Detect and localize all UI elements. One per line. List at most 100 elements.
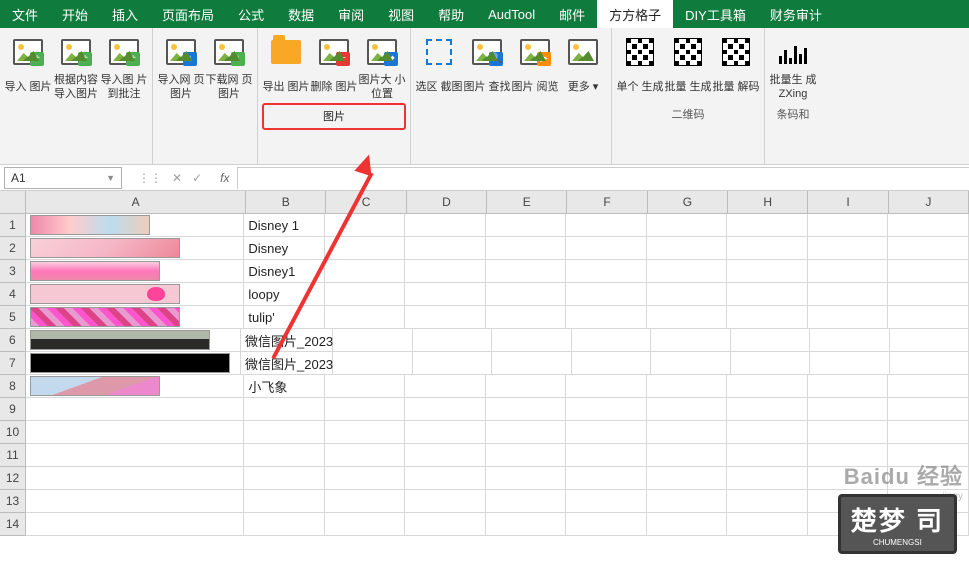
cell-H5[interactable]	[727, 306, 808, 329]
cell-A7[interactable]	[26, 352, 241, 375]
cell-F8[interactable]	[566, 375, 647, 398]
cell-E9[interactable]	[486, 398, 567, 421]
cell-B7[interactable]: 微信图片_20230426200859	[241, 352, 333, 375]
cell-C7[interactable]	[333, 352, 413, 375]
cell-C11[interactable]	[325, 444, 406, 467]
cell-F6[interactable]	[572, 329, 652, 352]
cell-H2[interactable]	[727, 237, 808, 260]
cell-image[interactable]	[30, 330, 210, 350]
cell-B11[interactable]	[244, 444, 325, 467]
tab-帮助[interactable]: 帮助	[426, 0, 476, 28]
cell-D7[interactable]	[413, 352, 493, 375]
ribbon-btn-图片阅览[interactable]: ▶图片 阅览	[511, 32, 559, 103]
cell-J6[interactable]	[890, 329, 969, 352]
cell-D2[interactable]	[405, 237, 486, 260]
ribbon-btn-导出图片[interactable]: 导出 图片	[262, 32, 310, 103]
confirm-icon[interactable]: ✓	[192, 171, 202, 185]
fx-icon[interactable]: fx	[220, 171, 229, 185]
col-header-I[interactable]: I	[808, 191, 888, 214]
cell-F12[interactable]	[566, 467, 647, 490]
cell-I4[interactable]	[808, 283, 889, 306]
cell-E12[interactable]	[486, 467, 567, 490]
cell-A4[interactable]	[26, 283, 244, 306]
formula-input[interactable]	[237, 167, 969, 189]
cell-E10[interactable]	[486, 421, 567, 444]
cell-F9[interactable]	[566, 398, 647, 421]
cell-D13[interactable]	[405, 490, 486, 513]
cell-D12[interactable]	[405, 467, 486, 490]
cell-E3[interactable]	[486, 260, 567, 283]
cell-H12[interactable]	[727, 467, 808, 490]
cell-image[interactable]	[30, 238, 180, 258]
cell-F14[interactable]	[566, 513, 647, 536]
row-header-3[interactable]: 3	[0, 260, 26, 283]
cell-F1[interactable]	[566, 214, 647, 237]
tab-数据[interactable]: 数据	[276, 0, 326, 28]
cell-image[interactable]	[30, 284, 180, 304]
cell-J1[interactable]	[888, 214, 969, 237]
cell-G12[interactable]	[647, 467, 728, 490]
cell-A11[interactable]	[26, 444, 244, 467]
cell-J4[interactable]	[888, 283, 969, 306]
cell-E8[interactable]	[486, 375, 567, 398]
cell-F5[interactable]	[566, 306, 647, 329]
cell-F2[interactable]	[566, 237, 647, 260]
cell-B5[interactable]: tulip'	[244, 306, 325, 329]
ribbon-btn-下载网页图片[interactable]: ↓下载网 页图片	[205, 32, 253, 103]
tab-DIY工具箱[interactable]: DIY工具箱	[673, 0, 758, 28]
cell-G3[interactable]	[647, 260, 728, 283]
cell-G1[interactable]	[647, 214, 728, 237]
cell-F4[interactable]	[566, 283, 647, 306]
cell-J8[interactable]	[888, 375, 969, 398]
tab-页面布局[interactable]: 页面布局	[150, 0, 226, 28]
cell-I5[interactable]	[808, 306, 889, 329]
chevron-down-icon[interactable]: ▼	[106, 173, 115, 183]
cell-J10[interactable]	[888, 421, 969, 444]
cell-I8[interactable]	[808, 375, 889, 398]
ribbon-btn-单个生成[interactable]: 单个 生成	[616, 32, 664, 103]
cell-G5[interactable]	[647, 306, 728, 329]
cell-image[interactable]	[30, 215, 150, 235]
col-header-G[interactable]: G	[648, 191, 728, 214]
cell-F3[interactable]	[566, 260, 647, 283]
tab-文件[interactable]: 文件	[0, 0, 50, 28]
cell-E11[interactable]	[486, 444, 567, 467]
row-header-14[interactable]: 14	[0, 513, 26, 536]
cell-E5[interactable]	[486, 306, 567, 329]
cell-G6[interactable]	[651, 329, 731, 352]
ribbon-btn-导入图片到批注[interactable]: +导入图 片到批注	[100, 32, 148, 103]
tab-邮件[interactable]: 邮件	[547, 0, 597, 28]
cell-D1[interactable]	[405, 214, 486, 237]
cell-I3[interactable]	[808, 260, 889, 283]
cell-G4[interactable]	[647, 283, 728, 306]
cell-J3[interactable]	[888, 260, 969, 283]
cell-G11[interactable]	[647, 444, 728, 467]
cell-D5[interactable]	[405, 306, 486, 329]
row-header-11[interactable]: 11	[0, 444, 26, 467]
col-header-B[interactable]: B	[246, 191, 326, 214]
name-box[interactable]: A1 ▼	[4, 167, 122, 189]
ribbon-btn-图片查找[interactable]: 🔍图片 查找	[463, 32, 511, 103]
cell-J5[interactable]	[888, 306, 969, 329]
col-header-A[interactable]: A	[26, 191, 246, 214]
cell-H13[interactable]	[727, 490, 808, 513]
cell-image[interactable]	[30, 261, 160, 281]
cell-H10[interactable]	[727, 421, 808, 444]
cancel-icon[interactable]: ✕	[172, 171, 182, 185]
cell-H7[interactable]	[731, 352, 811, 375]
cell-G7[interactable]	[651, 352, 731, 375]
col-header-C[interactable]: C	[326, 191, 406, 214]
cell-B3[interactable]: Disney1	[244, 260, 325, 283]
cell-E1[interactable]	[486, 214, 567, 237]
cell-J9[interactable]	[888, 398, 969, 421]
cell-D11[interactable]	[405, 444, 486, 467]
cell-C10[interactable]	[325, 421, 406, 444]
cell-image[interactable]	[30, 307, 180, 327]
cell-E6[interactable]	[492, 329, 572, 352]
ribbon-btn-根据内容导入图片[interactable]: +根据内容 导入图片	[52, 32, 100, 103]
cell-G10[interactable]	[647, 421, 728, 444]
row-header-9[interactable]: 9	[0, 398, 26, 421]
sort-icon[interactable]: ⋮⋮	[138, 171, 162, 185]
cell-C9[interactable]	[325, 398, 406, 421]
cell-G2[interactable]	[647, 237, 728, 260]
